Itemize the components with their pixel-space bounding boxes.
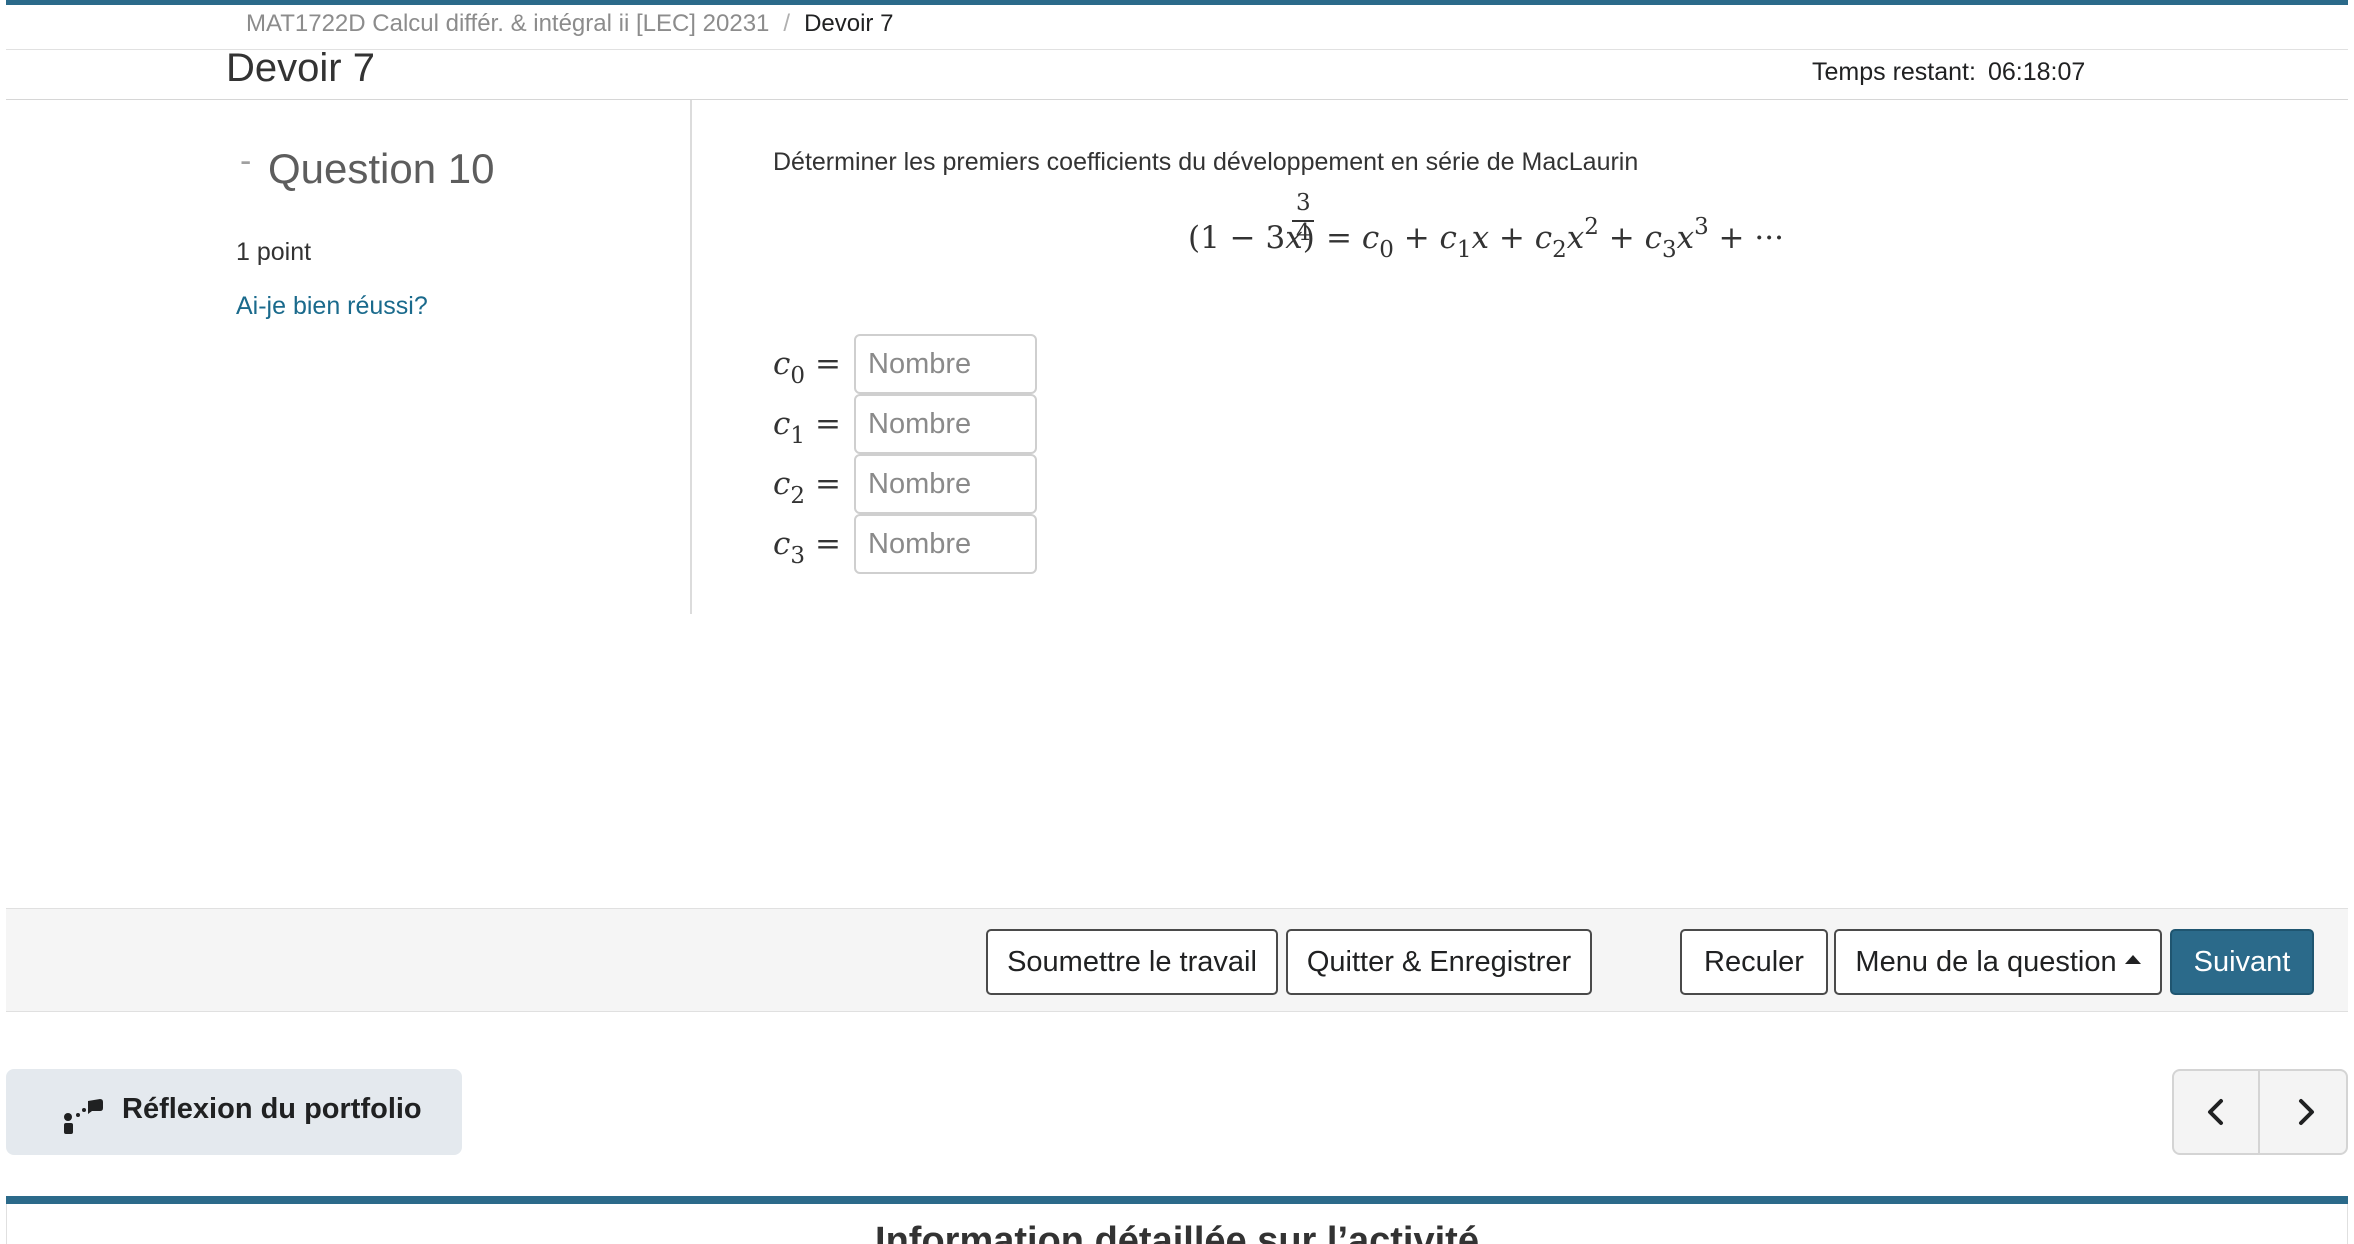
activity-pager [2172, 1069, 2348, 1155]
portfolio-reflection-icon [64, 1099, 103, 1134]
back-button[interactable]: Reculer [1680, 929, 1828, 995]
activity-details-panel: Information détaillée sur l’activité [6, 1204, 2348, 1244]
activity-details-title: Information détaillée sur l’activité [875, 1220, 1479, 1244]
answer-label-c2: c2 = [773, 466, 841, 509]
caret-up-icon [2124, 955, 2141, 965]
chevron-left-icon [2208, 1099, 2223, 1125]
breadcrumb-separator: / [783, 10, 791, 37]
timer-label: Temps restant: [1812, 58, 1976, 86]
answer-row-c0: c0 = [773, 334, 1073, 394]
next-button[interactable]: Suivant [2170, 929, 2314, 995]
formula-exp-denominator: 4 [1296, 220, 1311, 246]
breadcrumb: MAT1722D Calcul différ. & intégral ii [L… [246, 10, 893, 38]
chevron-right-icon [2299, 1099, 2314, 1125]
question-info-panel: - Question 10 1 point Ai-je bien réussi? [6, 100, 692, 614]
question-menu-button[interactable]: Menu de la question [1834, 929, 2162, 995]
answer-label-c1: c1 = [773, 406, 841, 449]
question-menu-label: Menu de la question [1855, 945, 2117, 978]
assignment-header: Devoir 7 Temps restant: 06:18:07 [6, 46, 2348, 100]
answer-input-c1[interactable] [854, 394, 1037, 454]
next-activity-button[interactable] [2262, 1071, 2348, 1153]
answer-row-c2: c2 = [773, 454, 1073, 514]
answer-row-c3: c3 = [773, 514, 1073, 574]
check-answer-link[interactable]: Ai-je bien réussi? [236, 292, 428, 321]
question-title: Question 10 [268, 145, 495, 192]
portfolio-reflection-button[interactable]: Réflexion du portfolio [6, 1069, 462, 1155]
portfolio-reflection-label: Réflexion du portfolio [122, 1093, 422, 1125]
breadcrumb-course-link[interactable]: MAT1722D Calcul différ. & intégral ii [L… [246, 10, 769, 37]
breadcrumb-current: Devoir 7 [804, 10, 894, 37]
previous-activity-button[interactable] [2174, 1071, 2260, 1153]
answer-label-c0: c0 = [773, 346, 841, 389]
question-points: 1 point [236, 238, 312, 266]
save-and-quit-button[interactable]: Quitter & Enregistrer [1286, 929, 1592, 995]
time-remaining: Temps restant: 06:18:07 [1812, 58, 2085, 87]
formula-rhs: = c0 + c1x + c2x2 + c3x3 + ··· [1326, 214, 1784, 263]
timer-value: 06:18:07 [1987, 58, 2086, 86]
answer-input-c3[interactable] [854, 514, 1037, 574]
top-accent-bar [6, 0, 2348, 5]
page-title: Devoir 7 [226, 46, 375, 90]
question-action-bar: Soumettre le travail Quitter & Enregistr… [6, 908, 2348, 1012]
collapse-dash-icon[interactable]: - [240, 142, 251, 181]
submit-work-button[interactable]: Soumettre le travail [986, 929, 1278, 995]
bottom-accent-bar [6, 1196, 2348, 1204]
answer-row-c1: c1 = [773, 394, 1073, 454]
question-prompt: Déterminer les premiers coefficients du … [773, 148, 1639, 176]
answer-input-c2[interactable] [854, 454, 1037, 514]
answer-input-c0[interactable] [854, 334, 1037, 394]
answer-label-c3: c3 = [773, 526, 841, 569]
formula-exp-numerator: 3 [1296, 190, 1311, 216]
